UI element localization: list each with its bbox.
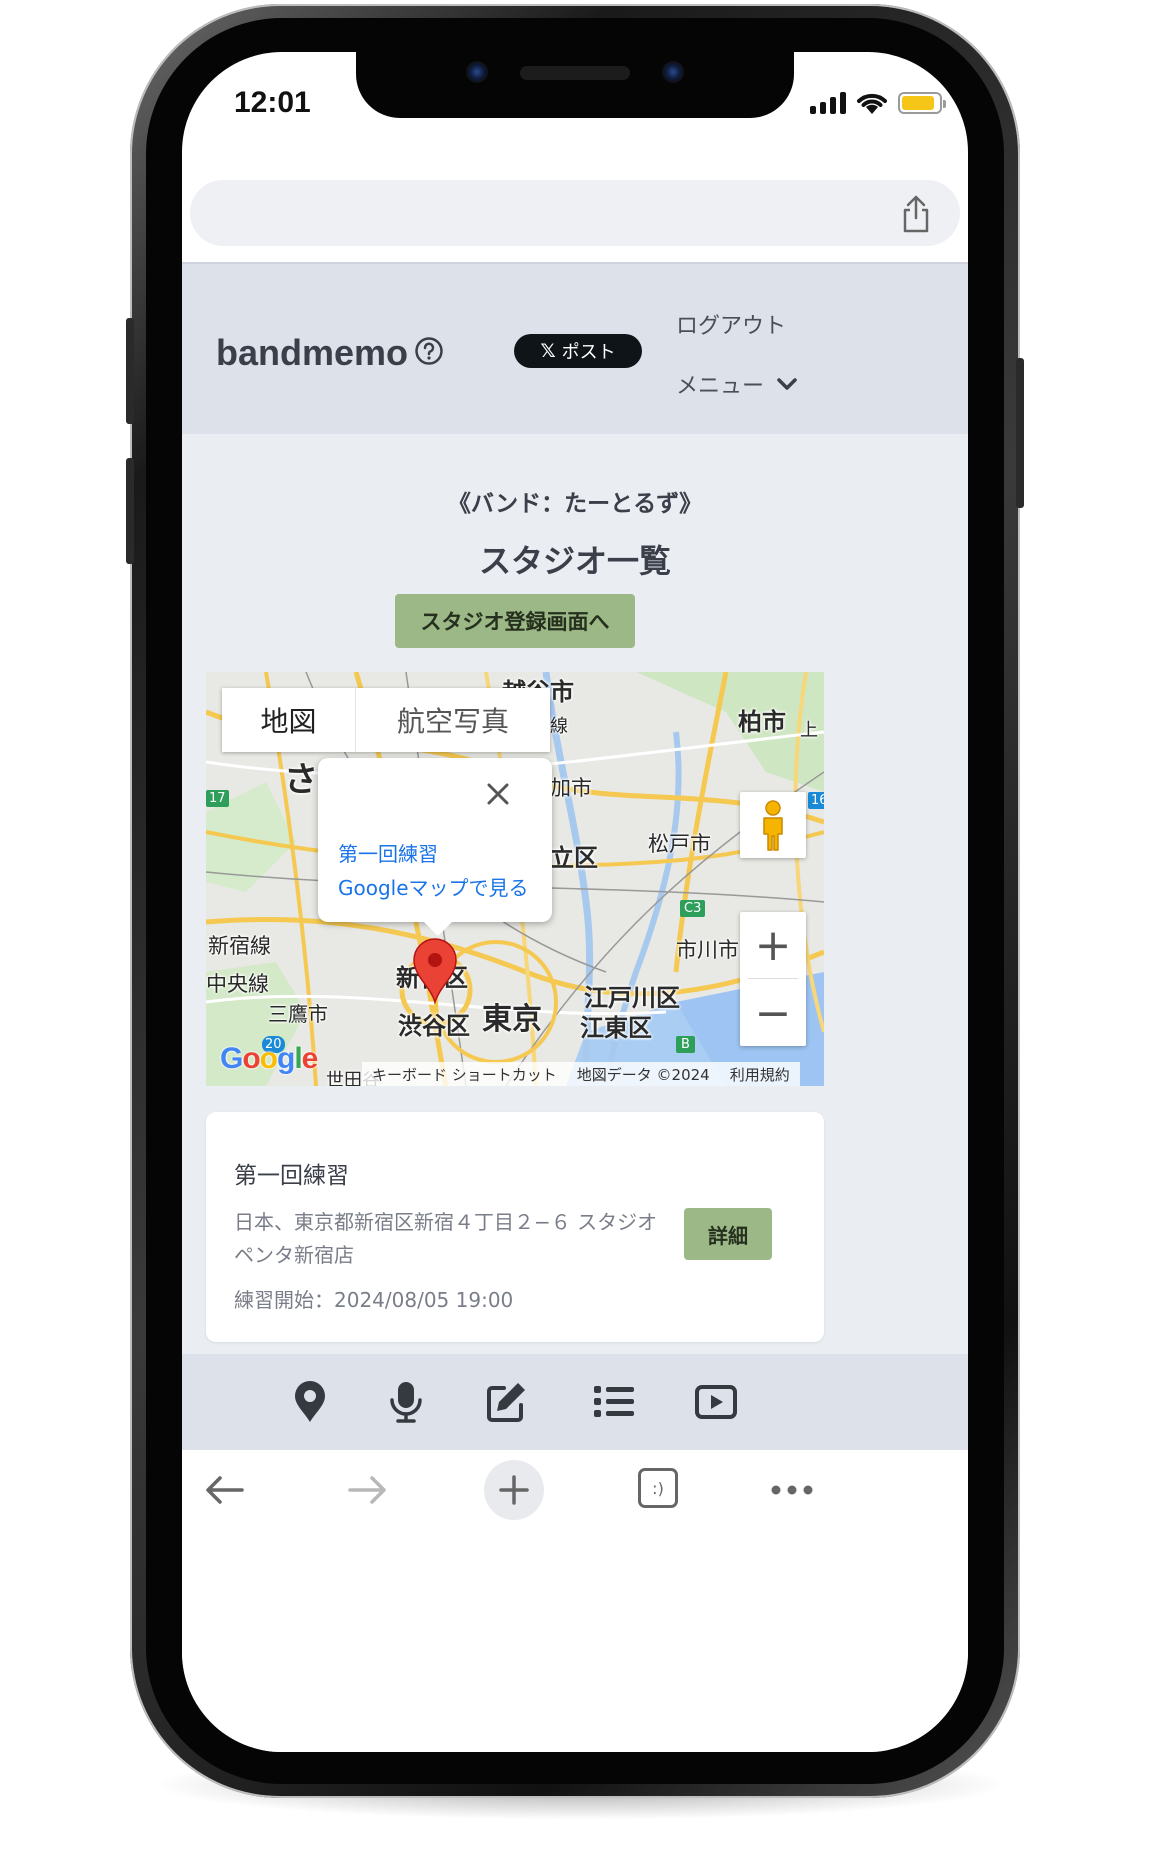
main-content: 《バンド：たーとるず》 スタジオ一覧 スタジオ登録画面へ 柏市 上 線 さ 加市… (182, 434, 968, 1354)
map-label-mitaka: 三鷹市 (268, 1002, 328, 1026)
status-time: 12:01 (234, 86, 311, 119)
notch (356, 52, 794, 118)
route-c3-badge: C3 (680, 900, 706, 917)
new-tab-button[interactable] (484, 1460, 544, 1520)
app-header: bandmemo 𝕏 ポスト ログアウト メニュー (182, 262, 968, 434)
map-data-attribution: 地図データ ©2024 (576, 1066, 710, 1084)
map-attribution: キーボード ショートカット 地図データ ©2024 利用規約 (362, 1062, 800, 1086)
map-label-shibuya-ku: 渋谷区 (398, 1012, 470, 1040)
terms-link[interactable]: 利用規約 (720, 1062, 800, 1086)
tabs-label: :) (652, 1478, 664, 1498)
power-button (1016, 358, 1024, 508)
map-label-ichikawa: 市川市 (676, 938, 739, 962)
more-icon[interactable] (770, 1480, 814, 1500)
map-label-ue: 上 (800, 720, 818, 741)
map-info-window: 第一回練習 Googleマップで見る (318, 758, 552, 936)
pegman-icon (763, 800, 783, 851)
map-type-control: 地図 航空写真 (222, 688, 550, 752)
detail-button[interactable]: 詳細 (684, 1208, 772, 1260)
map-label-sen: 線 (550, 716, 568, 737)
route-17-badge: 17 (206, 790, 229, 807)
zoom-divider (748, 978, 798, 979)
video-icon[interactable] (694, 1380, 738, 1424)
tab-satellite[interactable]: 航空写真 (356, 688, 550, 752)
x-logo-icon: 𝕏 (540, 340, 556, 362)
x-post-label: ポスト (561, 342, 616, 363)
help-icon[interactable] (414, 336, 444, 366)
map-label-tokyo: 東京 (482, 1002, 542, 1037)
battery-icon (898, 92, 946, 114)
studio-card: 第一回練習 日本、東京都新宿区新宿４丁目２−６ スタジオペンタ新宿店 練習開始：… (206, 1112, 824, 1342)
route-b-badge: B (676, 1036, 695, 1053)
browser-toolbar: :) (182, 1450, 968, 1752)
page-title: スタジオ一覧 (478, 542, 671, 580)
speaker (520, 66, 630, 80)
map-label-kashiwa: 柏市 (738, 708, 786, 736)
chevron-down-icon (777, 378, 797, 390)
street-view-control[interactable] (740, 792, 806, 858)
keyboard-shortcuts-link[interactable]: キーボード ショートカット (362, 1062, 567, 1086)
open-in-google-maps-link[interactable]: Googleマップで見る (338, 872, 529, 901)
map-label-sa: さ (284, 760, 318, 800)
practice-start: 練習開始：2024/08/05 19:00 (234, 1288, 514, 1312)
band-name: 《バンド：たーとるず》 (447, 491, 703, 517)
zoom-control: + − (740, 912, 806, 1046)
x-post-button[interactable]: 𝕏 ポスト (514, 334, 642, 368)
studio-map[interactable]: 越谷市 柏市 上 線 さ 加市 松戸市 立区 新宿線 中央線 三鷹市 新宿区 渋… (206, 672, 824, 1086)
studio-address: 日本、東京都新宿区新宿４丁目２−６ スタジオペンタ新宿店 (234, 1210, 658, 1267)
map-label-adachi: 立区 (550, 844, 598, 872)
address-bar[interactable] (190, 180, 960, 246)
menu-dropdown[interactable]: メニュー (676, 368, 798, 400)
sensor-icon (662, 61, 684, 83)
map-marker-icon[interactable] (412, 938, 458, 1004)
camera-icon (466, 61, 488, 83)
info-window-title: 第一回練習 (338, 842, 438, 866)
map-label-chuo-line: 中央線 (206, 972, 269, 996)
list-icon[interactable] (592, 1380, 636, 1424)
mute-switch (126, 318, 134, 424)
tabs-icon[interactable]: :) (638, 1468, 678, 1508)
new-tab-icon (499, 1475, 529, 1505)
app-bottom-nav (182, 1354, 968, 1450)
volume-down-button (126, 458, 134, 564)
tab-map[interactable]: 地図 (222, 688, 356, 752)
register-studio-button[interactable]: スタジオ登録画面へ (395, 594, 635, 648)
signal-icon (810, 92, 846, 114)
map-label-matsudo: 松戸市 (648, 832, 711, 856)
share-icon[interactable] (898, 194, 934, 234)
map-label-kamo: 加市 (550, 776, 592, 800)
close-icon[interactable] (484, 780, 512, 808)
back-icon[interactable] (202, 1470, 246, 1510)
logout-link[interactable]: ログアウト (676, 308, 786, 340)
forward-icon[interactable] (346, 1470, 390, 1510)
route-16-badge: 16 (808, 792, 824, 809)
google-logo: Google (220, 1042, 318, 1075)
studio-name: 第一回練習 (234, 1163, 349, 1189)
app-logo[interactable]: bandmemo (216, 332, 408, 374)
map-label-shinjuku-line: 新宿線 (208, 934, 271, 958)
map-label-koto: 江東区 (580, 1014, 652, 1042)
zoom-out-button[interactable]: − (740, 980, 806, 1046)
menu-label: メニュー (676, 374, 765, 399)
edit-icon[interactable] (484, 1380, 528, 1424)
phone-screen: 12:01 bandmemo 𝕏 ポスト ログアウト メニュー 《バンド：たーと… (182, 52, 968, 1752)
microphone-icon[interactable] (384, 1380, 428, 1424)
wifi-icon (857, 93, 887, 114)
zoom-in-button[interactable]: + (740, 912, 806, 978)
map-pin-icon[interactable] (288, 1380, 332, 1424)
